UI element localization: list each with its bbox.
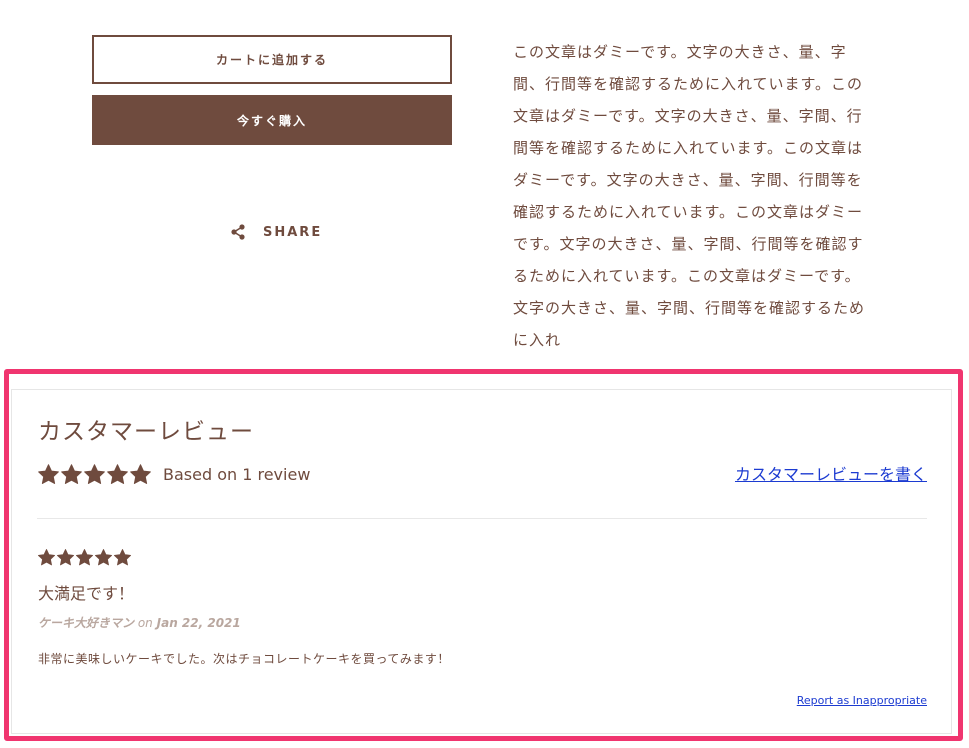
star-icon: [56, 548, 75, 567]
share-label: SHARE: [263, 224, 323, 240]
star-icon: [83, 463, 106, 486]
star-icon: [113, 548, 132, 567]
report-inappropriate-link[interactable]: Report as Inappropriate: [797, 694, 927, 707]
star-icon: [60, 463, 83, 486]
review-date: Jan 22, 2021: [156, 616, 241, 630]
review-meta: ケーキ大好きマン on Jan 22, 2021: [38, 614, 241, 631]
page: カートに追加する 今すぐ購入 SHARE この文章はダミーです。文字の大きさ、量…: [0, 0, 969, 748]
share-button[interactable]: SHARE: [230, 221, 322, 243]
star-icon: [129, 463, 152, 486]
star-icon: [37, 548, 56, 567]
write-review-link[interactable]: カスタマーレビューを書く: [735, 461, 927, 485]
review-count-summary: Based on 1 review: [163, 465, 311, 484]
review-author: ケーキ大好きマン: [38, 616, 135, 630]
summary-star-rating: [37, 463, 152, 486]
review-star-rating: [37, 548, 132, 567]
review-body: 非常に美味しいケーキでした。次はチョコレートケーキを買ってみます！: [38, 652, 450, 666]
star-icon: [106, 463, 129, 486]
star-icon: [94, 548, 113, 567]
add-to-cart-button[interactable]: カートに追加する: [92, 35, 452, 84]
review-title: 大満足です！: [38, 584, 135, 603]
reviews-title: カスタマーレビュー: [38, 419, 254, 445]
star-icon: [37, 463, 60, 486]
divider: [37, 518, 927, 519]
star-icon: [75, 548, 94, 567]
product-description: この文章はダミーです。文字の大きさ、量、字間、行間等を確認するために入れています…: [513, 43, 866, 349]
share-icon: [230, 224, 246, 240]
review-on-label: on: [137, 616, 153, 630]
buy-now-button[interactable]: 今すぐ購入: [92, 95, 452, 145]
